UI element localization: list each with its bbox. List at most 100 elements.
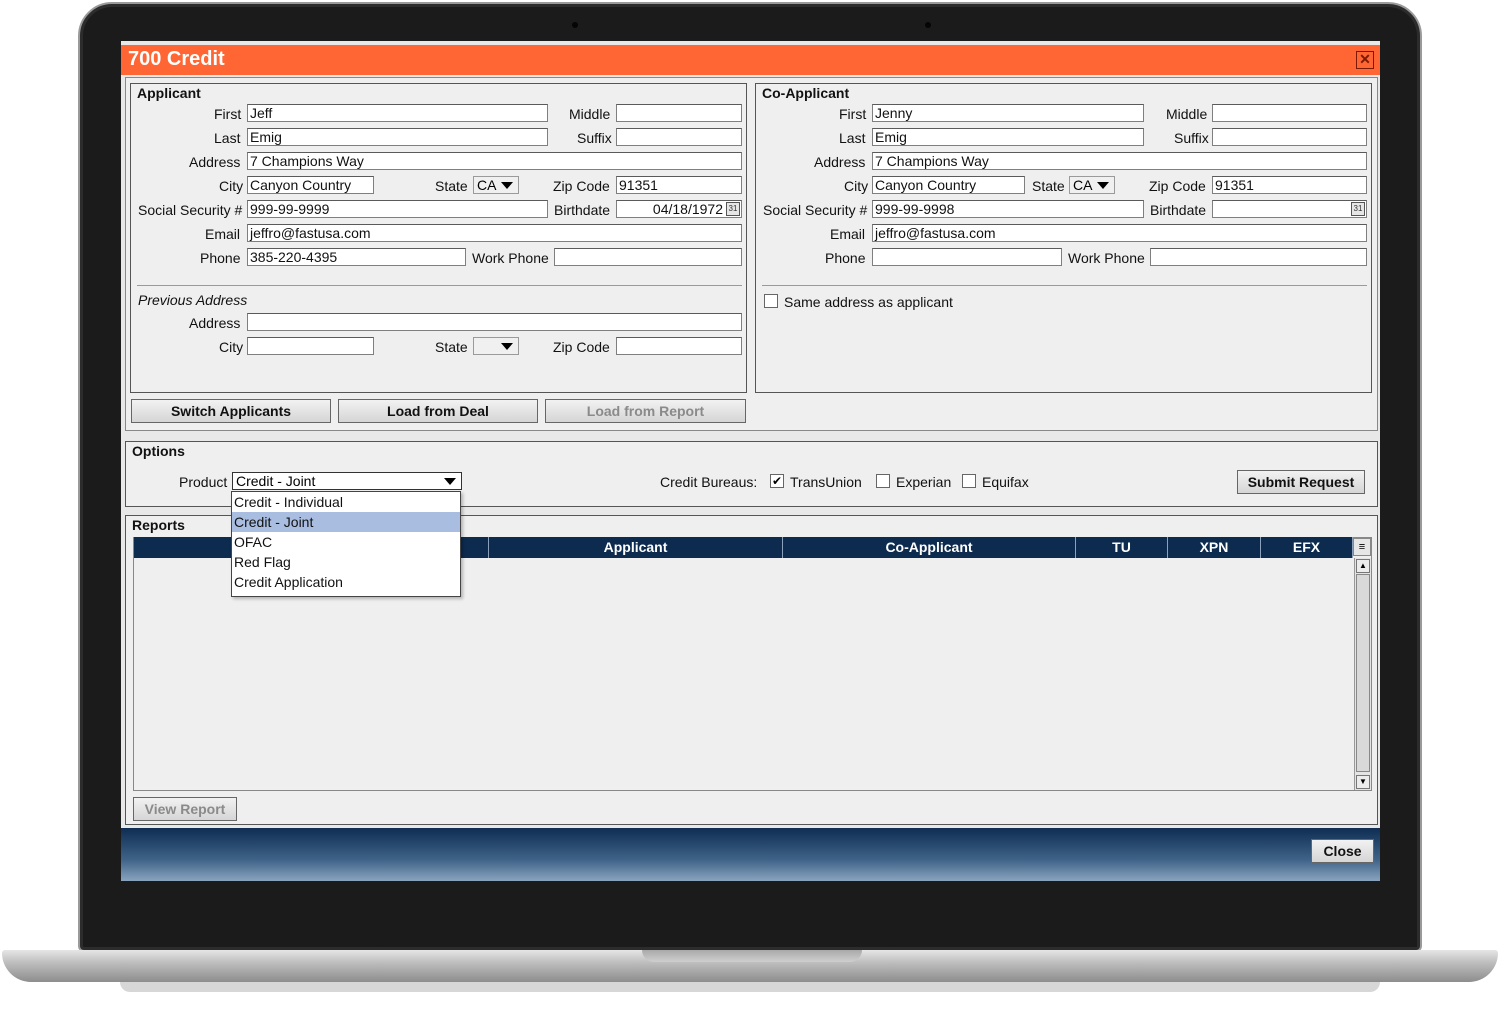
address-label: Address [189, 154, 241, 170]
coapplicant-ssn-field[interactable]: 999-99-9998 [872, 200, 1144, 218]
birthdate-value: 04/18/1972 [652, 201, 723, 217]
transunion-label[interactable]: TransUnion [790, 474, 862, 490]
col-efx[interactable]: EFX [1261, 537, 1353, 558]
same-address-checkbox[interactable] [764, 294, 778, 308]
prev-state-label: State [435, 339, 468, 355]
view-report-button[interactable]: View Report [133, 797, 237, 821]
birthdate-label: Birthdate [554, 202, 611, 218]
applicant-suffix-field[interactable] [616, 128, 742, 146]
work-phone-label: Work Phone [1068, 250, 1145, 266]
chevron-down-icon [1097, 182, 1109, 189]
last-label: Last [214, 130, 241, 146]
same-address-label[interactable]: Same address as applicant [784, 294, 953, 310]
applicant-address-field[interactable]: 7 Champions Way [247, 152, 742, 170]
window-title: 700 Credit [128, 48, 225, 70]
last-label: Last [839, 130, 866, 146]
product-dropdown-list: Credit - Individual Credit - Joint OFAC … [231, 491, 461, 597]
suffix-label: Suffix [577, 130, 612, 146]
reports-title: Reports [132, 517, 185, 533]
prev-zip-label: Zip Code [553, 339, 610, 355]
work-phone-label: Work Phone [472, 250, 549, 266]
applicant-first-field[interactable]: Jeff [247, 104, 548, 122]
prev-address-label: Address [189, 315, 241, 331]
phone-label: Phone [200, 250, 241, 266]
coapplicant-birthdate-field[interactable]: 31 [1212, 200, 1367, 218]
col-xpn[interactable]: XPN [1168, 537, 1261, 558]
product-select[interactable]: Credit - Joint [232, 472, 462, 490]
product-value: Credit - Joint [236, 473, 316, 489]
chevron-down-icon [501, 343, 513, 350]
applicant-last-field[interactable]: Emig [247, 128, 548, 146]
load-from-report-button[interactable]: Load from Report [545, 399, 746, 423]
prev-address-field[interactable] [247, 313, 742, 331]
equifax-label[interactable]: Equifax [982, 474, 1029, 490]
coapplicant-state-select[interactable]: CA [1069, 176, 1115, 194]
col-tu[interactable]: TU [1076, 537, 1168, 558]
close-window-icon[interactable]: ✕ [1356, 51, 1374, 69]
column-menu-icon[interactable]: ≡ [1353, 538, 1371, 556]
coapplicant-work-phone-field[interactable] [1150, 248, 1367, 266]
applicant-state-select[interactable]: CA [473, 176, 519, 194]
applicant-birthdate-field[interactable]: 04/18/1972 31 [616, 200, 742, 218]
camera-dot [925, 22, 931, 28]
calendar-icon[interactable]: 31 [726, 202, 740, 216]
dropdown-option[interactable]: OFAC [232, 532, 460, 552]
submit-request-button[interactable]: Submit Request [1237, 470, 1365, 494]
experian-label[interactable]: Experian [896, 474, 951, 490]
applicant-work-phone-field[interactable] [554, 248, 742, 266]
chevron-down-icon [444, 478, 456, 485]
camera-dot [572, 22, 578, 28]
scroll-down-icon[interactable]: ▼ [1356, 775, 1370, 789]
close-button[interactable]: Close [1311, 839, 1374, 863]
coapplicant-last-field[interactable]: Emig [872, 128, 1144, 146]
ssn-label: Social Security # [138, 202, 243, 218]
zip-label: Zip Code [1149, 178, 1206, 194]
prev-zip-field[interactable] [616, 337, 742, 355]
transunion-checkbox[interactable]: ✔ [770, 474, 784, 488]
prev-state-select[interactable] [473, 337, 519, 355]
coapplicant-city-field[interactable]: Canyon Country [872, 176, 1025, 194]
applicant-middle-field[interactable] [616, 104, 742, 122]
divider [762, 285, 1367, 286]
dropdown-option-selected[interactable]: Credit - Joint [232, 512, 460, 532]
coapplicant-first-field[interactable]: Jenny [872, 104, 1144, 122]
state-value: CA [1073, 177, 1093, 193]
applicant-panel: Applicant First Jeff Middle Last Emig Su… [130, 83, 747, 393]
applicant-zip-field[interactable]: 91351 [616, 176, 742, 194]
applicant-email-field[interactable]: jeffro@fastusa.com [247, 224, 742, 242]
credit-bureaus-label: Credit Bureaus: [660, 474, 758, 490]
base-notch [642, 950, 862, 962]
applicant-section-title: Applicant [137, 85, 201, 101]
applicant-ssn-field[interactable]: 999-99-9999 [247, 200, 548, 218]
scroll-thumb[interactable] [1356, 574, 1370, 772]
coapplicant-phone-field[interactable] [872, 248, 1062, 266]
scroll-up-icon[interactable]: ▲ [1356, 559, 1370, 573]
phone-label: Phone [825, 250, 866, 266]
laptop-foot [120, 982, 1380, 992]
state-value: CA [477, 177, 497, 193]
scrollbar[interactable]: ▲ ▼ [1354, 558, 1371, 790]
coapplicant-suffix-field[interactable] [1212, 128, 1367, 146]
load-from-deal-button[interactable]: Load from Deal [338, 399, 538, 423]
col-applicant[interactable]: Applicant [489, 537, 783, 558]
city-label: City [219, 178, 244, 194]
switch-applicants-button[interactable]: Switch Applicants [131, 399, 331, 423]
coapplicant-email-field[interactable]: jeffro@fastusa.com [872, 224, 1367, 242]
email-label: Email [830, 226, 866, 242]
calendar-icon[interactable]: 31 [1351, 202, 1365, 216]
coapplicant-middle-field[interactable] [1212, 104, 1367, 122]
prev-city-field[interactable] [247, 337, 374, 355]
dropdown-option[interactable]: Red Flag [232, 552, 460, 572]
dropdown-option[interactable]: Credit - Individual [232, 492, 460, 512]
applicant-city-field[interactable]: Canyon Country [247, 176, 374, 194]
applicant-phone-field[interactable]: 385-220-4395 [247, 248, 466, 266]
experian-checkbox[interactable] [876, 474, 890, 488]
dropdown-option[interactable]: Credit Application [232, 572, 460, 592]
suffix-label: Suffix [1174, 130, 1209, 146]
coapplicant-address-field[interactable]: 7 Champions Way [872, 152, 1367, 170]
prev-city-label: City [219, 339, 244, 355]
birthdate-label: Birthdate [1150, 202, 1207, 218]
coapplicant-zip-field[interactable]: 91351 [1212, 176, 1367, 194]
col-coapplicant[interactable]: Co-Applicant [783, 537, 1076, 558]
equifax-checkbox[interactable] [962, 474, 976, 488]
